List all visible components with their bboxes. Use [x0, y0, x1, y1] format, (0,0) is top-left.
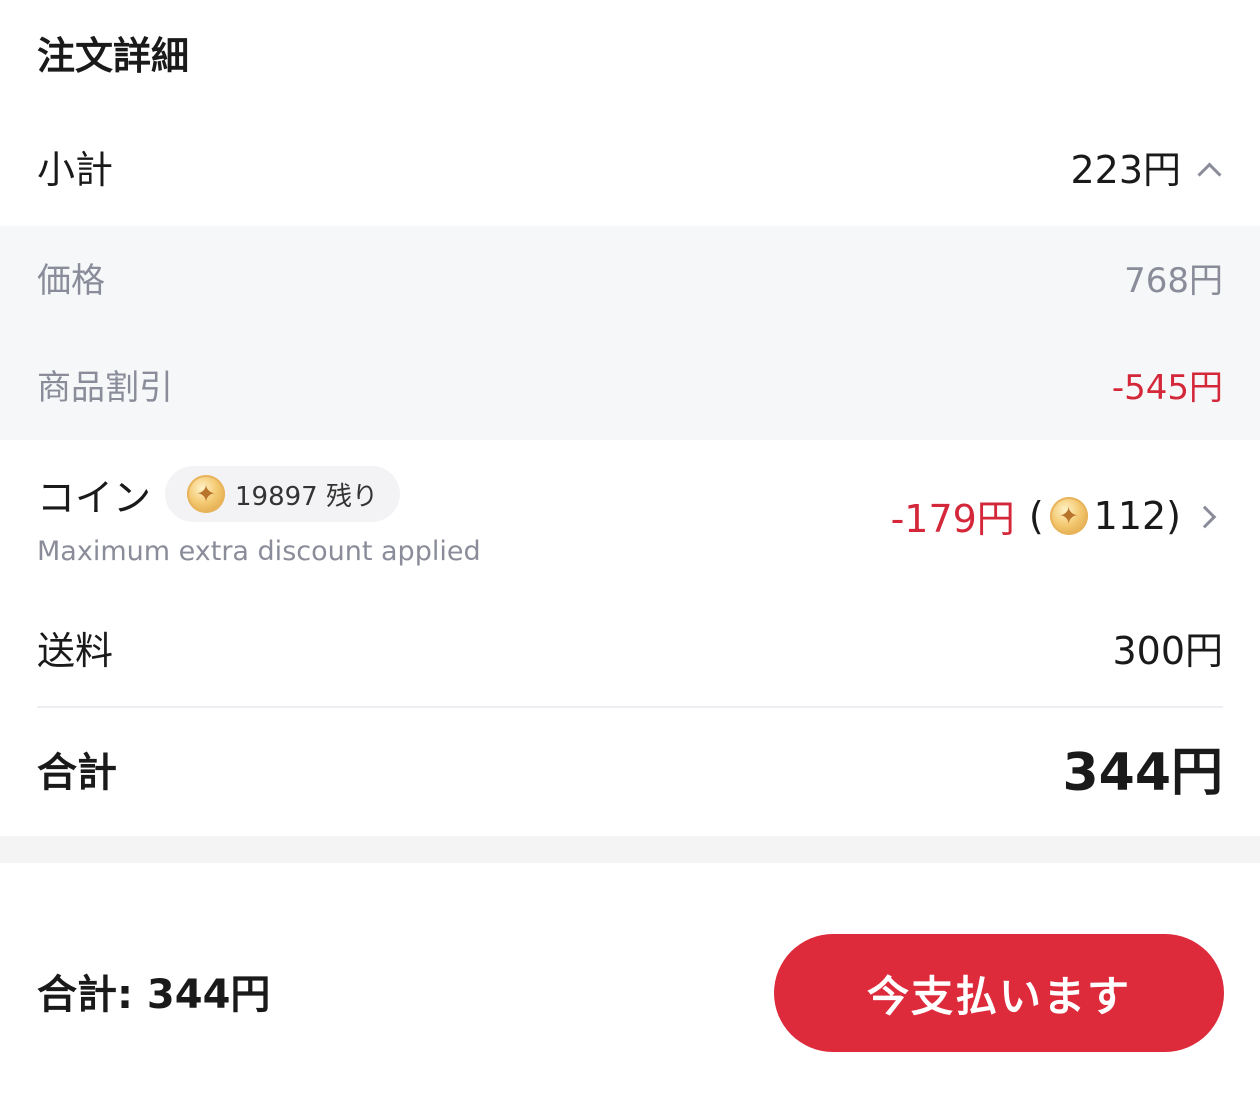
price-row: 価格 768円 [0, 226, 1260, 336]
subtotal-row[interactable]: 小計 223円 [0, 114, 1260, 226]
gold-coin-icon [187, 475, 226, 513]
section-separator [0, 836, 1260, 863]
coin-open-paren: ( [1028, 493, 1044, 538]
divider [37, 706, 1223, 708]
coin-row[interactable]: コイン 19897 残り Maximum extra discount appl… [0, 448, 1260, 578]
discount-value: -545円 [1111, 368, 1223, 408]
coin-used-count: 112) [1093, 493, 1181, 538]
pay-now-button[interactable]: 今支払います [774, 934, 1224, 1052]
coin-balance-text: 19897 残り [235, 481, 378, 512]
coin-label: コイン [37, 475, 152, 520]
coin-discount-amount: -179円 [890, 497, 1015, 541]
gold-coin-icon [1049, 496, 1088, 535]
checkout-footer: 合計: 344円 今支払います [0, 863, 1260, 1105]
price-value: 768円 [1124, 261, 1223, 301]
total-value: 344円 [1062, 743, 1223, 803]
coin-discount[interactable]: -179円 ( 112) [891, 488, 1223, 543]
discount-label: 商品割引 [37, 368, 173, 408]
chevron-up-icon[interactable] [1195, 156, 1223, 184]
total-label: 合計 [37, 750, 117, 796]
discount-row: 商品割引 -545円 [0, 336, 1260, 440]
shipping-value: 300円 [1112, 629, 1223, 673]
price-label: 価格 [37, 261, 105, 301]
subtotal-label: 小計 [37, 148, 114, 192]
coin-info: コイン 19897 残り Maximum extra discount appl… [37, 466, 481, 567]
shipping-label: 送料 [37, 629, 114, 673]
coin-balance-badge: 19897 残り [165, 466, 400, 522]
subtotal-amount: 223円 [1070, 148, 1181, 192]
coin-subtext: Maximum extra discount applied [37, 536, 481, 567]
total-row: 合計 344円 [0, 710, 1260, 836]
footer-total: 合計: 344円 [37, 972, 271, 1018]
section-title: 注文詳細 [37, 34, 190, 78]
subtotal-value: 223円 [1070, 151, 1223, 189]
shipping-row: 送料 300円 [0, 596, 1260, 706]
chevron-right-icon[interactable] [1195, 502, 1223, 530]
subtotal-breakdown: 価格 768円 商品割引 -545円 [0, 226, 1260, 440]
